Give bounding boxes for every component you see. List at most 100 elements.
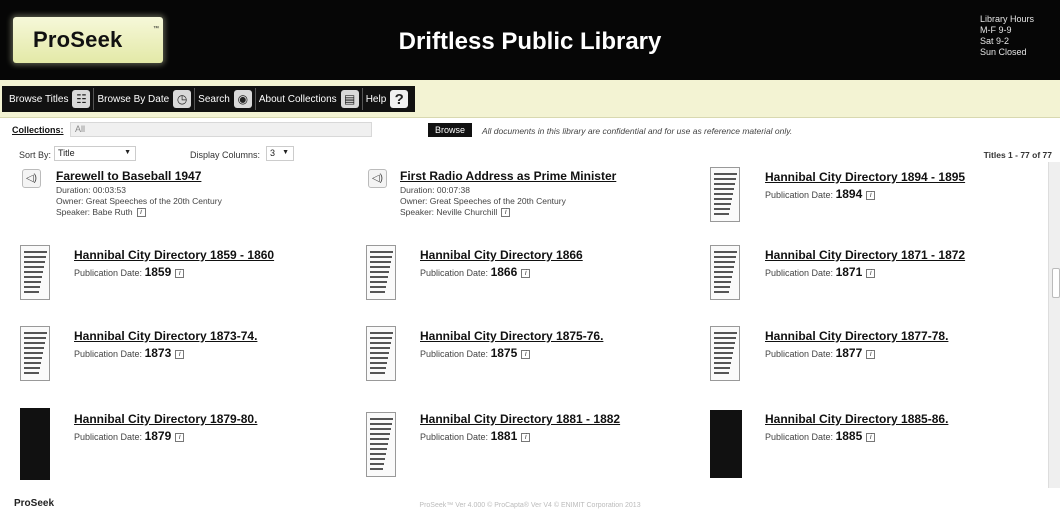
- thumbnail-text-line: [370, 256, 392, 258]
- collections-field[interactable]: All: [70, 122, 372, 137]
- document-thumbnail[interactable]: [366, 245, 396, 300]
- document-thumbnail[interactable]: [366, 326, 396, 381]
- thumbnail-text-line: [714, 357, 732, 359]
- display-columns-label: Display Columns:: [190, 150, 261, 160]
- info-icon[interactable]: i: [866, 350, 876, 360]
- thumbnail-text-line: [24, 347, 44, 349]
- thumbnail-text-line: [714, 367, 730, 369]
- date-year: 1866: [490, 265, 518, 279]
- info-icon[interactable]: i: [866, 191, 876, 201]
- item-title[interactable]: Hannibal City Directory 1871 - 1872: [765, 248, 965, 262]
- thumbnail-text-line: [370, 337, 392, 339]
- footer-copyright: ProSeek™ Ver 4.000 © ProCapta® Ver V4 © …: [419, 502, 641, 509]
- thumbnail-text-line: [370, 357, 388, 359]
- thumbnail-text-line: [370, 443, 388, 445]
- document-thumbnail[interactable]: [710, 167, 740, 222]
- dropdown-arrow-icon: ▼: [124, 149, 131, 156]
- thumbnail-text-line: [714, 266, 734, 268]
- item-title[interactable]: Hannibal City Directory 1866: [420, 248, 583, 262]
- thumbnail-text-line: [714, 183, 735, 185]
- sort-by-value: Title: [58, 148, 75, 158]
- browse-button[interactable]: Browse: [428, 123, 472, 137]
- speaker-text: Speaker: Neville Churchill: [400, 207, 498, 217]
- speaker-icon[interactable]: ◁): [22, 169, 41, 188]
- thumbnail-text-line: [370, 271, 389, 273]
- collections-label[interactable]: Collections:: [12, 125, 64, 135]
- info-icon[interactable]: i: [175, 433, 185, 443]
- info-icon[interactable]: i: [866, 269, 876, 279]
- info-icon[interactable]: i: [175, 269, 185, 279]
- document-thumbnail[interactable]: [366, 412, 396, 477]
- speaker-icon[interactable]: ◁): [368, 169, 387, 188]
- item-title[interactable]: Hannibal City Directory 1885-86.: [765, 412, 948, 426]
- sort-by-select[interactable]: Title ▼: [54, 146, 136, 161]
- document-thumbnail[interactable]: [20, 326, 50, 381]
- info-icon[interactable]: i: [136, 208, 146, 218]
- scrollbar-track[interactable]: [1048, 162, 1060, 488]
- thumbnail-text-line: [714, 362, 731, 364]
- thumbnail-text-line: [370, 251, 393, 253]
- thumbnail-text-line: [714, 188, 734, 190]
- item-title[interactable]: First Radio Address as Prime Minister: [400, 169, 616, 183]
- info-icon[interactable]: i: [521, 433, 531, 443]
- item-title[interactable]: Hannibal City Directory 1877-78.: [765, 329, 948, 343]
- document-thumbnail[interactable]: [20, 408, 50, 480]
- thumbnail-text-line: [370, 261, 391, 263]
- info-icon[interactable]: i: [501, 208, 511, 218]
- document-thumbnail[interactable]: [710, 410, 742, 478]
- menu-help[interactable]: Help ?: [363, 88, 412, 110]
- menu-search[interactable]: Search ◉: [195, 88, 256, 110]
- item-owner: Owner: Great Speeches of the 20th Centur…: [400, 196, 566, 206]
- menu-label: Help: [365, 93, 387, 105]
- thumbnail-text-line: [24, 266, 44, 268]
- item-title[interactable]: Hannibal City Directory 1894 - 1895: [765, 170, 965, 184]
- document-thumbnail[interactable]: [20, 245, 50, 300]
- thumbnail-text-line: [370, 448, 387, 450]
- thumbnail-text-line: [24, 342, 45, 344]
- item-title[interactable]: Hannibal City Directory 1879-80.: [74, 412, 257, 426]
- date-label: Publication Date:: [765, 432, 834, 442]
- thumbnail-text-line: [24, 281, 41, 283]
- thumbnail-text-line: [24, 362, 41, 364]
- publication-date: Publication Date: 1877 i: [765, 346, 876, 360]
- document-thumbnail[interactable]: [710, 245, 740, 300]
- menu-about-collections[interactable]: About Collections ▤: [256, 88, 363, 110]
- display-columns-select[interactable]: 3 ▼: [266, 146, 294, 161]
- item-title[interactable]: Farewell to Baseball 1947: [56, 169, 201, 183]
- thumbnail-text-line: [370, 281, 387, 283]
- info-icon[interactable]: i: [175, 350, 185, 360]
- scrollbar-thumb[interactable]: [1052, 268, 1060, 298]
- thumbnail-text-line: [24, 271, 43, 273]
- info-icon[interactable]: i: [866, 433, 876, 443]
- thumbnail-text-line: [370, 438, 389, 440]
- thumbnail-text-line: [370, 458, 385, 460]
- thumbnail-text-line: [714, 291, 729, 293]
- thumbnail-text-line: [24, 276, 42, 278]
- info-icon[interactable]: i: [521, 350, 531, 360]
- binoculars-icon: ◉: [233, 90, 252, 108]
- thumbnail-text-line: [714, 261, 735, 263]
- thumbnail-text-line: [714, 203, 731, 205]
- thumbnail-text-line: [714, 178, 736, 180]
- thumbnail-text-line: [370, 362, 387, 364]
- publication-date: Publication Date: 1879 i: [74, 429, 185, 443]
- info-icon[interactable]: i: [521, 269, 531, 279]
- thumbnail-text-line: [24, 352, 43, 354]
- thumbnail-text-line: [370, 347, 390, 349]
- dropdown-arrow-icon: ▼: [282, 149, 289, 156]
- document-thumbnail[interactable]: [710, 326, 740, 381]
- titles-count: Titles 1 - 77 of 77: [983, 150, 1052, 160]
- item-title[interactable]: Hannibal City Directory 1881 - 1882: [420, 412, 620, 426]
- item-title[interactable]: Hannibal City Directory 1875-76.: [420, 329, 603, 343]
- thumbnail-text-line: [714, 198, 732, 200]
- menu-browse-titles[interactable]: Browse Titles ☷: [6, 88, 95, 110]
- thumbnail-text-line: [714, 352, 733, 354]
- calendar-icon: ◷: [173, 90, 192, 108]
- thumbnail-text-line: [370, 428, 391, 430]
- item-title[interactable]: Hannibal City Directory 1873-74.: [74, 329, 257, 343]
- item-duration: Duration: 00:03:53: [56, 185, 126, 195]
- date-label: Publication Date:: [420, 432, 489, 442]
- thumbnail-text-line: [370, 468, 383, 470]
- item-title[interactable]: Hannibal City Directory 1859 - 1860: [74, 248, 274, 262]
- menu-browse-by-date[interactable]: Browse By Date ◷: [94, 88, 196, 110]
